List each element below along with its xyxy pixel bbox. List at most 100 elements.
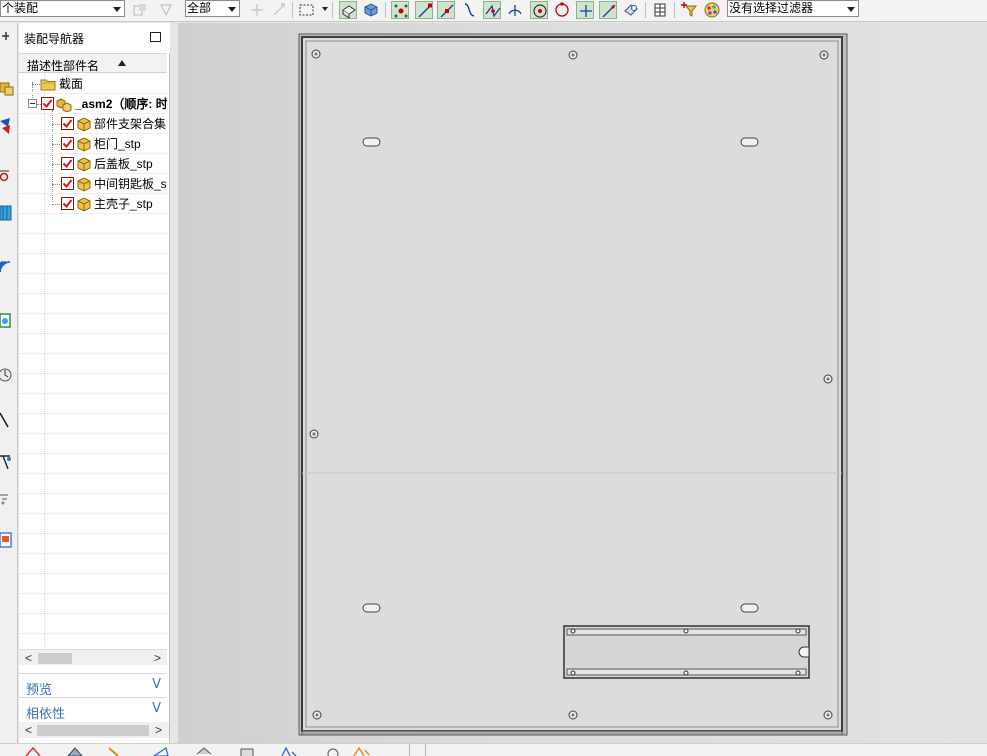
chevron-down-icon[interactable]: V — [152, 701, 161, 716]
assembly-navigator-icon[interactable] — [0, 77, 14, 99]
empty-row — [19, 414, 167, 434]
tree-connector — [52, 124, 60, 125]
grid-icon[interactable] — [651, 1, 669, 19]
screw-hole-icon — [568, 710, 578, 720]
snap-intersection-icon[interactable] — [483, 1, 501, 19]
cabinet-back-panel-view[interactable] — [178, 23, 987, 743]
history-icon[interactable] — [0, 309, 14, 331]
tree-node-component[interactable]: 主壳子_stp — [19, 194, 167, 214]
snap-point-icon[interactable] — [248, 1, 266, 19]
scroll-right-icon[interactable]: > — [154, 652, 161, 664]
scroll-thumb[interactable] — [37, 725, 149, 736]
assembly-filter-select[interactable]: 个装配 — [0, 0, 125, 17]
box-icon[interactable] — [195, 746, 213, 756]
folder-icon — [40, 76, 56, 92]
tree-node-label: 后盖板_stp — [94, 157, 153, 171]
toolbar-separator — [645, 2, 646, 18]
toolbar-separator — [425, 744, 426, 756]
selection-filter-select[interactable]: 没有选择过滤器 — [727, 0, 859, 17]
scope-filter-value: 全部 — [187, 1, 212, 15]
tree-node-component[interactable]: 部件支架合集 — [19, 114, 167, 134]
scroll-left-icon[interactable]: < — [25, 724, 32, 736]
snap-point-on-face-icon[interactable] — [599, 1, 617, 19]
color-filter-icon[interactable] — [703, 1, 721, 19]
tree-node-component[interactable]: 中间钥匙板_st — [19, 174, 167, 194]
empty-row — [19, 514, 167, 534]
tree-node-section[interactable]: 截面 — [19, 74, 167, 94]
tree-node-label: 柜门_stp — [94, 137, 141, 151]
reuse-library-icon[interactable] — [0, 201, 14, 223]
snap-quadrant-icon[interactable] — [553, 1, 571, 19]
snap-point-on-curve-icon[interactable] — [576, 1, 594, 19]
dependencies-section-label: 相依性 — [26, 706, 66, 721]
column-header[interactable]: 描述性部件名 — [19, 53, 167, 73]
roles-icon[interactable] — [0, 451, 14, 473]
chevron-down-icon[interactable]: V — [152, 677, 161, 692]
extrude-icon[interactable] — [66, 746, 84, 756]
screw-hole-icon — [568, 50, 578, 60]
maximize-icon[interactable] — [150, 32, 161, 42]
tree-node-component[interactable]: 后盖板_stp — [19, 154, 167, 174]
snap-circle-center-icon[interactable] — [530, 1, 548, 19]
visibility-checkbox[interactable] — [61, 197, 74, 210]
part-navigator-icon[interactable] — [0, 165, 14, 187]
snap-bounded-grid-icon[interactable] — [622, 1, 640, 19]
snap-endpoint-icon[interactable] — [415, 1, 433, 19]
visibility-checkbox[interactable] — [61, 177, 74, 190]
system-materials-icon[interactable] — [0, 364, 14, 386]
select-bodies-icon[interactable] — [362, 1, 380, 19]
panel-horizontal-scrollbar[interactable]: < > — [19, 722, 169, 738]
screw-hole-icon — [819, 50, 829, 60]
graphics-window[interactable] — [178, 23, 987, 743]
snap-midpoint-icon[interactable] — [437, 1, 455, 19]
pin-icon[interactable] — [0, 25, 14, 47]
scroll-thumb[interactable] — [38, 653, 72, 664]
empty-row — [19, 614, 167, 634]
scroll-right-icon[interactable]: > — [155, 724, 162, 736]
screw-hole-icon — [311, 49, 321, 59]
tree-horizontal-scrollbar[interactable]: < > — [19, 649, 167, 665]
visibility-checkbox[interactable] — [61, 137, 74, 150]
text-icon[interactable] — [280, 746, 298, 756]
rectangle-select-icon[interactable] — [298, 1, 316, 19]
snap-arc-center-icon[interactable] — [506, 1, 524, 19]
chevron-down-icon — [228, 7, 236, 12]
filter-add-icon[interactable] — [680, 1, 698, 19]
snap-end-icon[interactable] — [270, 1, 288, 19]
process-studio-icon[interactable] — [0, 408, 14, 430]
scroll-left-icon[interactable]: < — [25, 652, 32, 664]
collapse-toggle-icon[interactable] — [28, 99, 37, 108]
toolbar-separator — [674, 2, 675, 18]
drafting-icon[interactable] — [0, 529, 14, 551]
visibility-checkbox[interactable] — [61, 117, 74, 130]
measure-icon[interactable] — [325, 746, 343, 756]
select-faces-icon[interactable] — [339, 1, 357, 19]
preview-section[interactable]: 预览 V — [19, 673, 167, 697]
empty-row — [19, 594, 167, 614]
sketch-icon[interactable] — [25, 746, 43, 756]
assembly-filter-value: 个装配 — [2, 1, 39, 15]
web-browser-icon[interactable] — [0, 255, 14, 277]
screw-hole-icon — [823, 710, 833, 720]
snap-existing-point-icon[interactable] — [391, 1, 409, 19]
tree-node-assembly-root[interactable]: _asm2（顺序: 时 — [19, 94, 167, 114]
palette-icon[interactable] — [0, 487, 14, 509]
tree-node-component[interactable]: 柜门_stp — [19, 134, 167, 154]
empty-row — [19, 474, 167, 494]
assembly-constraint-icon[interactable] — [131, 1, 149, 19]
visibility-checkbox[interactable] — [61, 157, 74, 170]
chevron-down-icon[interactable] — [322, 7, 328, 11]
snap-control-point-icon[interactable] — [460, 1, 478, 19]
move-component-icon[interactable] — [157, 1, 175, 19]
cable-cover-plate — [563, 625, 810, 679]
visibility-checkbox[interactable] — [41, 97, 54, 110]
scope-filter-select[interactable]: 全部 — [185, 0, 240, 17]
hole-icon[interactable] — [152, 746, 170, 756]
shell-icon[interactable] — [238, 746, 256, 756]
empty-row — [19, 294, 167, 314]
revolve-icon[interactable] — [106, 746, 124, 756]
analysis-icon[interactable] — [352, 746, 370, 756]
dependencies-section[interactable]: 相依性 V — [19, 697, 167, 721]
assembly-tree: 截面 _asm2（顺序: 时 部件支架合集 柜门_stp 后盖板_stp 中间钥… — [19, 74, 167, 654]
constraint-navigator-icon[interactable] — [0, 115, 14, 137]
